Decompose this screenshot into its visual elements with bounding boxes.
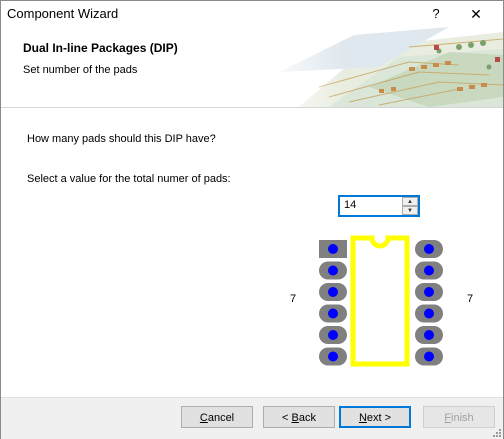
hole-right-6: [424, 351, 434, 362]
help-button[interactable]: ?: [421, 3, 451, 25]
hole-right-2: [424, 265, 434, 276]
hole-left-2: [328, 265, 338, 276]
next-button[interactable]: Next >: [339, 406, 411, 428]
pad-count-label: Select a value for the total numer of pa…: [27, 173, 231, 185]
cancel-button[interactable]: Cancel: [181, 406, 253, 428]
hole-right-3: [424, 287, 434, 297]
hole-left-1: [328, 244, 338, 254]
hole-right-1: [424, 244, 434, 254]
pad-count-value[interactable]: 14: [344, 199, 356, 211]
hole-left-3: [328, 287, 338, 297]
pad-count-spinbox[interactable]: 14 ▲ ▼: [338, 195, 420, 217]
window-title: Component Wizard: [7, 6, 119, 21]
pcb-banner-image: [259, 27, 503, 107]
hole-right-4: [424, 308, 434, 319]
close-button[interactable]: ✕: [461, 3, 491, 25]
spin-down-icon[interactable]: ▼: [402, 206, 418, 215]
title-bar: Component Wizard ? ✕: [1, 1, 503, 27]
component-wizard-window: Component Wizard ? ✕ Dual In-line Packag…: [0, 0, 504, 439]
back-button[interactable]: < Back: [263, 406, 335, 428]
resize-grip-icon[interactable]: [491, 427, 501, 437]
spin-up-icon[interactable]: ▲: [402, 197, 418, 206]
hole-left-5: [328, 330, 338, 340]
dip-preview: [319, 235, 443, 367]
wizard-footer: Cancel < Back Next > Finish: [1, 397, 503, 439]
pad-count-question: How many pads should this DIP have?: [27, 133, 216, 145]
page-title: Dual In-line Packages (DIP): [23, 41, 178, 55]
wizard-header: Dual In-line Packages (DIP) Set number o…: [1, 27, 503, 108]
finish-button: Finish: [423, 406, 495, 428]
page-subtitle: Set number of the pads: [23, 64, 138, 76]
hole-right-5: [424, 330, 434, 340]
hole-left-4: [328, 308, 338, 319]
package-outline: [350, 235, 410, 367]
hole-left-6: [328, 351, 338, 362]
